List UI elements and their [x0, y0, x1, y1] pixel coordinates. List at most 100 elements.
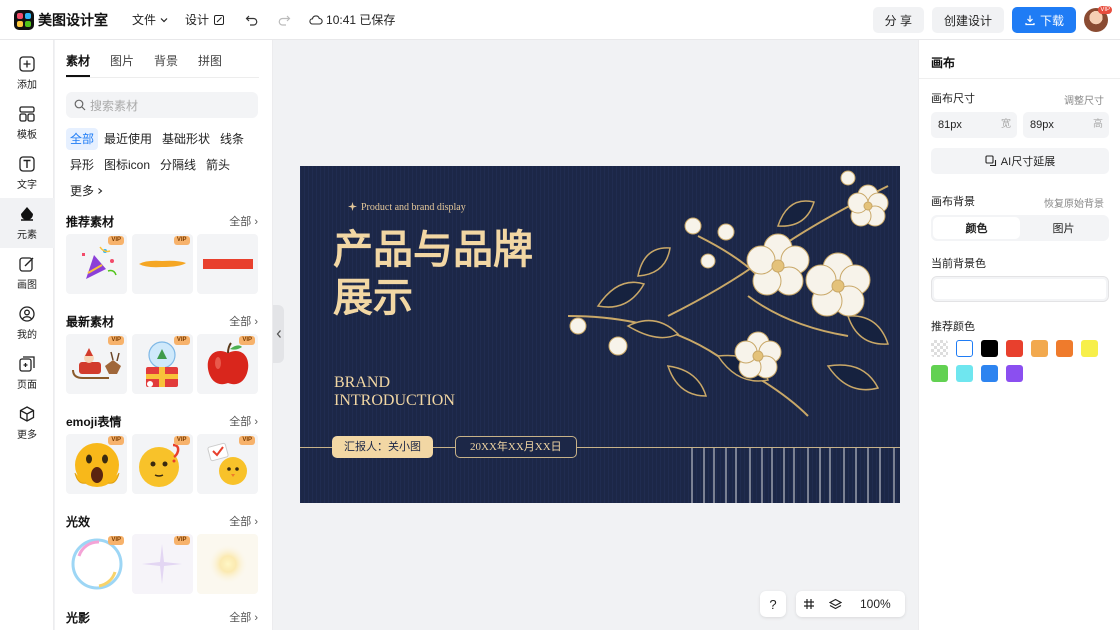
- filter-chips: 全部 最近使用 基础形状 线条 异形 图标icon 分隔线 箭头 更多: [66, 128, 266, 206]
- tab-color[interactable]: 颜色: [933, 217, 1020, 239]
- section-emoji: emoji表情 全部 › VIP VIP VIP: [66, 412, 258, 494]
- rail-item-template[interactable]: 模板: [0, 98, 54, 148]
- rail-item-more[interactable]: 更多: [0, 398, 54, 448]
- rail-item-mine[interactable]: 我的: [0, 298, 54, 348]
- help-button[interactable]: ?: [760, 591, 786, 617]
- rail-item-draw[interactable]: 画图: [0, 248, 54, 298]
- chevron-right-icon: [98, 188, 103, 194]
- undo-button[interactable]: [241, 9, 263, 31]
- app-logo-icon: [14, 9, 34, 30]
- asset-tabs: 素材 图片 背景 拼图: [66, 52, 259, 78]
- share-button[interactable]: 分 享: [872, 7, 924, 33]
- chip-arrows[interactable]: 箭头: [202, 154, 234, 176]
- canvas-english-title[interactable]: BRAND INTRODUCTION: [334, 374, 455, 410]
- asset-thumb-yellow-brush[interactable]: VIP: [131, 234, 193, 294]
- chip-dividers[interactable]: 分隔线: [156, 154, 200, 176]
- chevron-down-icon: [160, 17, 168, 22]
- tab-backgrounds[interactable]: 背景: [154, 52, 178, 77]
- design-menu-label: 设计: [185, 13, 210, 27]
- chip-more[interactable]: 更多: [66, 180, 108, 202]
- vip-badge: VIP: [239, 436, 255, 445]
- vip-badge: VIP: [173, 336, 190, 345]
- tab-images[interactable]: 图片: [110, 52, 134, 77]
- asset-thumb-glow[interactable]: [197, 534, 258, 594]
- color-swatch[interactable]: [1031, 340, 1048, 357]
- canvas-subtitle[interactable]: Product and brand display: [348, 202, 466, 213]
- redo-button[interactable]: [273, 9, 295, 31]
- design-menu[interactable]: 设计: [185, 11, 225, 28]
- sparkle-icon: [142, 544, 182, 584]
- color-swatch[interactable]: [1081, 340, 1098, 357]
- rail-label: 页面: [17, 380, 37, 391]
- chip-irregular[interactable]: 异形: [66, 154, 98, 176]
- color-swatch[interactable]: [956, 365, 973, 382]
- party-popper-icon: [81, 246, 117, 279]
- section-all-link[interactable]: 全部 ›: [229, 609, 258, 625]
- asset-thumb-scared-emoji[interactable]: VIP: [66, 434, 127, 494]
- design-canvas[interactable]: Product and brand display 产品与品牌 展示 BRAND…: [300, 166, 900, 503]
- height-field[interactable]: 89px 高: [1023, 112, 1109, 138]
- app-logo[interactable]: 美图设计室: [14, 9, 108, 30]
- chip-more-label: 更多: [70, 184, 95, 198]
- section-light-effects: 光效 全部 › VIP VIP: [66, 512, 258, 594]
- collapse-panel-handle[interactable]: [273, 305, 284, 363]
- asset-thumb-bubble[interactable]: VIP: [66, 534, 127, 594]
- rail-item-page[interactable]: 页面: [0, 348, 54, 398]
- chip-all[interactable]: 全部: [66, 128, 99, 150]
- section-all-link[interactable]: 全部 ›: [229, 513, 258, 529]
- tab-image[interactable]: 图片: [1020, 217, 1107, 239]
- color-swatch[interactable]: [1006, 365, 1023, 382]
- canvas-date-tag[interactable]: 20XX年XX月XX日: [455, 436, 577, 458]
- rail-item-text[interactable]: 文字: [0, 148, 54, 198]
- color-swatch[interactable]: [931, 340, 948, 357]
- asset-thumb-thinking-emoji[interactable]: VIP: [131, 434, 193, 494]
- asset-thumb-chick-emoji[interactable]: VIP: [197, 434, 258, 494]
- color-swatch[interactable]: [981, 340, 998, 357]
- current-bg-color-label: 当前背景色: [931, 258, 986, 270]
- tab-materials[interactable]: 素材: [66, 52, 91, 77]
- rail-item-elements[interactable]: 元素: [0, 198, 54, 248]
- app-name: 美图设计室: [38, 11, 108, 28]
- color-swatch[interactable]: [1056, 340, 1073, 357]
- resize-link[interactable]: 调整尺寸: [1064, 92, 1104, 107]
- chip-lines[interactable]: 线条: [216, 128, 248, 150]
- section-title: 推荐素材: [66, 214, 115, 229]
- create-design-button[interactable]: 创建设计: [931, 7, 1004, 33]
- canvas-title[interactable]: 产品与品牌 展示: [333, 226, 593, 322]
- layers-button[interactable]: [822, 591, 848, 617]
- asset-thumb-gift-globe[interactable]: VIP: [131, 334, 193, 394]
- download-button[interactable]: 下载: [1011, 7, 1076, 33]
- section-all-link[interactable]: 全部 ›: [229, 413, 258, 429]
- asset-thumb-red-bar[interactable]: [197, 234, 258, 294]
- asset-thumb-sleigh[interactable]: VIP: [66, 334, 127, 394]
- rail-item-add[interactable]: 添加: [0, 48, 54, 98]
- asset-thumb-apple[interactable]: VIP: [197, 334, 258, 394]
- chip-recent[interactable]: 最近使用: [100, 128, 156, 150]
- color-swatch[interactable]: [931, 365, 948, 382]
- asset-thumb-sparkle[interactable]: VIP: [131, 534, 193, 594]
- zoom-level[interactable]: 100%: [860, 597, 891, 611]
- tab-collage[interactable]: 拼图: [198, 52, 222, 77]
- width-field[interactable]: 81px 宽: [931, 112, 1017, 138]
- color-swatch[interactable]: [956, 340, 973, 357]
- restore-bg-link[interactable]: 恢复原始背景: [1044, 195, 1104, 210]
- sleigh-icon: [71, 348, 121, 379]
- search-input[interactable]: 搜索素材: [66, 92, 258, 118]
- search-icon: [74, 99, 86, 111]
- canvas-toolbar: 100%: [796, 591, 905, 617]
- chip-icons[interactable]: 图标icon: [100, 154, 154, 176]
- section-all-link[interactable]: 全部 ›: [229, 213, 258, 229]
- file-menu[interactable]: 文件: [132, 11, 169, 28]
- asset-thumb-party-popper[interactable]: VIP: [66, 234, 127, 294]
- color-swatch[interactable]: [981, 365, 998, 382]
- section-all-link[interactable]: 全部 ›: [229, 313, 258, 329]
- canvas-reporter-tag[interactable]: 汇报人：关小图: [332, 436, 433, 458]
- height-unit: 高: [1093, 119, 1103, 130]
- ai-extend-button[interactable]: AI尺寸延展: [931, 148, 1109, 174]
- chip-basic-shapes[interactable]: 基础形状: [158, 128, 214, 150]
- current-bg-color-field[interactable]: [931, 276, 1109, 302]
- grid-button[interactable]: [796, 591, 822, 617]
- save-status-text: 10:41 已保存: [326, 13, 396, 27]
- color-swatch[interactable]: [1006, 340, 1023, 357]
- avatar[interactable]: VIP: [1084, 6, 1112, 32]
